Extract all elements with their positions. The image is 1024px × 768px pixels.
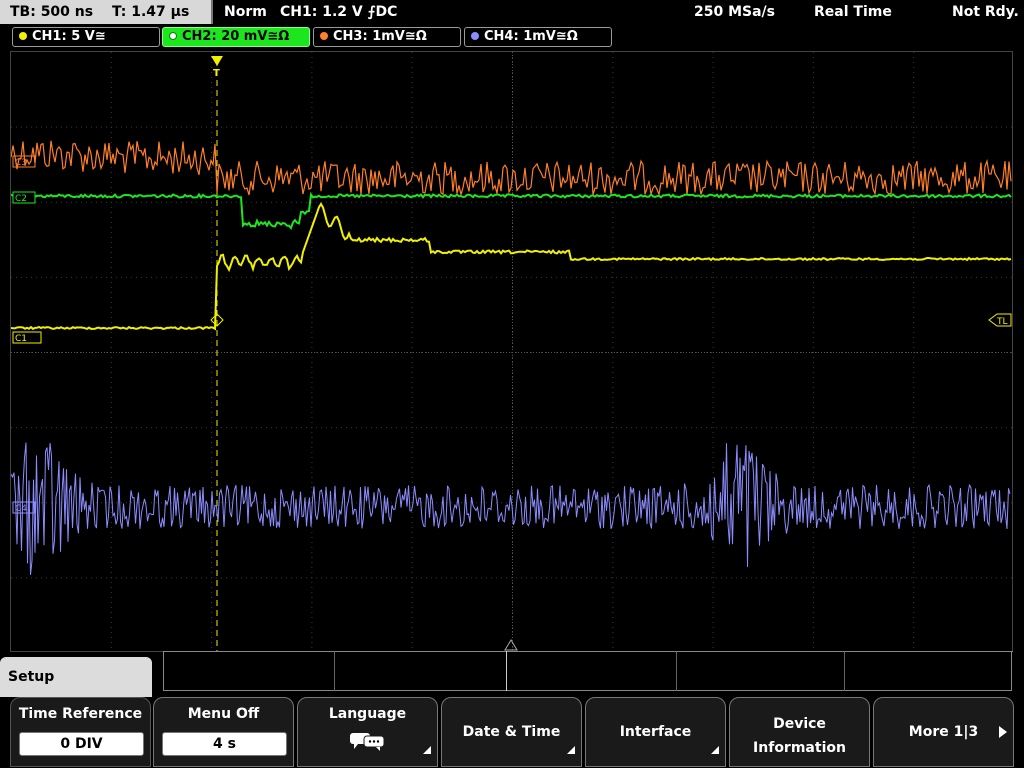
trigger-level-marker: TL [988, 313, 1012, 327]
date-time-label: Date & Time [462, 724, 561, 740]
ch4-offset-marker: C4 [12, 501, 36, 514]
interface-label: Interface [619, 724, 692, 740]
trigger-mode[interactable]: Norm [224, 0, 267, 24]
trigger-position-icon [211, 56, 223, 66]
date-time-softkey[interactable]: Date & Time [441, 697, 582, 767]
ch1-offset-marker: C1 [12, 331, 42, 344]
ch2-color-icon [169, 32, 177, 40]
trigger-time-value: T: 1.47 µs [111, 4, 190, 20]
zoom-overview-bar [163, 651, 1013, 691]
device-info-line1: Device [773, 716, 826, 732]
time-reference-softkey[interactable]: Time Reference 0 DIV [10, 697, 151, 767]
ch1-color-icon [19, 32, 27, 40]
speech-bubbles-icon [350, 733, 385, 751]
ch3-color-icon [320, 32, 328, 40]
submenu-corner-icon [567, 746, 575, 754]
ch3-trace [11, 140, 1012, 197]
waveform-graticule: T C3 C2 C1 C4 TL [11, 52, 1012, 651]
ch3-marker-label: C3 [15, 158, 27, 168]
ch4-trace [11, 442, 1011, 575]
trigger-status: Not Rdy. [952, 4, 1019, 20]
timebase-value: TB: 500 ns [10, 4, 94, 20]
acquisition-mode: Real Time [814, 4, 892, 20]
device-info-line2: Information [753, 740, 846, 756]
channel-tab-ch4[interactable]: CH4: 1mV≅Ω [464, 27, 612, 47]
waveform-display[interactable]: T C3 C2 C1 C4 TL [10, 51, 1013, 652]
device-information-softkey[interactable]: Device Information [729, 697, 870, 767]
sample-rate: 250 MSa/s [694, 4, 776, 20]
ch4-label: CH4: 1mV≅Ω [484, 29, 578, 44]
ch4-color-icon [471, 32, 479, 40]
interface-softkey[interactable]: Interface [585, 697, 726, 767]
time-reference-value[interactable]: 0 DIV [19, 732, 144, 756]
ch2-offset-marker: C2 [12, 191, 36, 204]
menu-off-value[interactable]: 4 s [162, 732, 287, 756]
next-page-icon [999, 726, 1007, 738]
submenu-corner-icon [711, 746, 719, 754]
ch1-marker-label: C1 [15, 334, 27, 344]
more-softkey[interactable]: More 1|3 [873, 697, 1014, 767]
ch2-marker-label: C2 [15, 194, 27, 204]
horizontal-center-icon [504, 639, 518, 651]
ch2-trace [11, 191, 1012, 230]
timebase-box[interactable]: TB: 500 ns T: 1.47 µs [0, 0, 213, 24]
time-reference-label: Time Reference [18, 706, 143, 722]
menu-off-label: Menu Off [187, 706, 260, 722]
channel-tab-ch1[interactable]: CH1: 5 V≅ [12, 27, 160, 47]
language-label: Language [328, 706, 407, 722]
trigger-source[interactable]: CH1: 1.2 V ⨍DC [280, 0, 397, 24]
channel-tab-ch3[interactable]: CH3: 1mV≅Ω [313, 27, 461, 47]
submenu-corner-icon [423, 746, 431, 754]
ch1-label: CH1: 5 V≅ [32, 29, 106, 44]
graticule-grid [11, 52, 1012, 651]
status-bar: TB: 500 ns T: 1.47 µs Norm CH1: 1.2 V ⨍D… [0, 0, 1024, 24]
ch3-label: CH3: 1mV≅Ω [333, 29, 427, 44]
device-info-label: Device Information [730, 712, 869, 760]
ch4-marker-label: C4 [15, 504, 27, 514]
setup-menu-title: Setup [0, 657, 152, 697]
channel-tab-ch2[interactable]: CH2: 20 mV≅Ω [162, 27, 310, 47]
more-label: More 1|3 [908, 724, 979, 740]
ch2-label: CH2: 20 mV≅Ω [182, 29, 290, 44]
menu-off-softkey[interactable]: Menu Off 4 s [153, 697, 294, 767]
language-softkey[interactable]: Language [297, 697, 438, 767]
ch1-trace [11, 202, 1012, 331]
trigger-level-label: TL [996, 317, 1008, 327]
trigger-position-label: T [213, 68, 220, 79]
